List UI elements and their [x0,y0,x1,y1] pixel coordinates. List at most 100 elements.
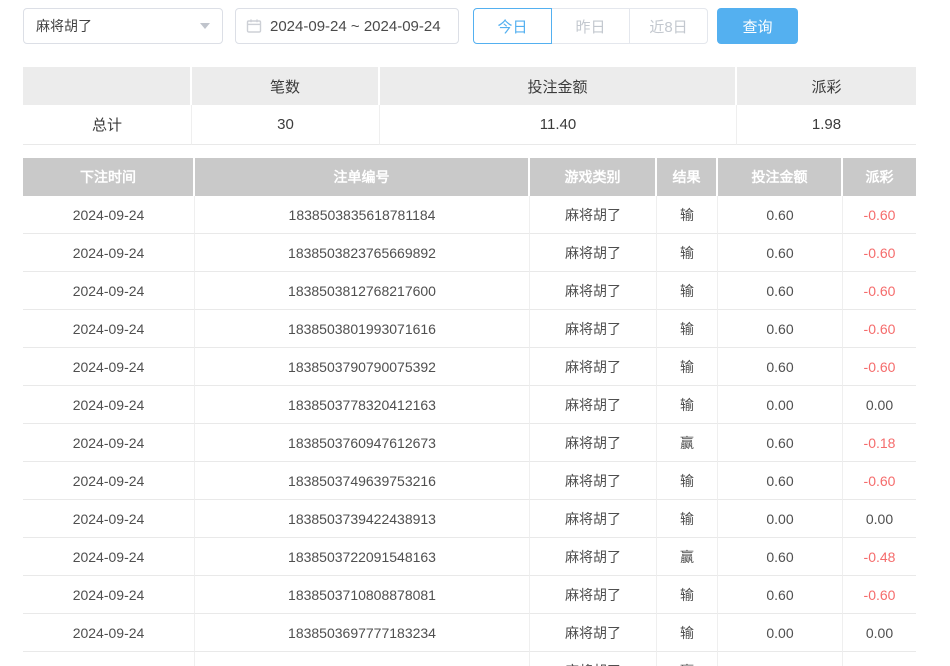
cell-bet-amount: 0.60 [718,538,843,576]
report-page: 麻将胡了 2024-09-24 ~ 2024-09-24 今日 昨日 近8日 查… [0,0,950,666]
cell-bet-time: 2024-09-24 [23,234,195,272]
cell-game-type: 麻将胡了 [530,652,657,666]
table-row: 2024-09-241838503739422438913麻将胡了输0.000.… [23,500,916,538]
cell-result: 输 [657,386,718,424]
cell-order-no: 1838503812768217600 [195,272,530,310]
cell-result: 输 [657,196,718,234]
table-row: 2024-09-241838503835618781184麻将胡了输0.60-0… [23,196,916,234]
cell-bet-amount: 0.60 [718,310,843,348]
detail-table-body: 2024-09-241838503835618781184麻将胡了输0.60-0… [23,196,916,666]
summary-header-payout: 派彩 [737,67,916,105]
cell-payout [843,652,916,666]
table-row: 麻将胡了赢 [23,652,916,666]
cell-bet-time: 2024-09-24 [23,500,195,538]
header-game-type: 游戏类别 [530,158,657,196]
game-select-value: 麻将胡了 [36,16,92,36]
cell-game-type: 麻将胡了 [530,462,657,500]
cell-result: 输 [657,272,718,310]
cell-game-type: 麻将胡了 [530,234,657,272]
cell-bet-time: 2024-09-24 [23,424,195,462]
cell-payout: -0.60 [843,310,916,348]
cell-result: 输 [657,348,718,386]
table-row: 2024-09-241838503722091548163麻将胡了赢0.60-0… [23,538,916,576]
cell-game-type: 麻将胡了 [530,272,657,310]
cell-bet-time: 2024-09-24 [23,538,195,576]
table-row: 2024-09-241838503778320412163麻将胡了输0.000.… [23,386,916,424]
cell-order-no: 1838503749639753216 [195,462,530,500]
today-button[interactable]: 今日 [473,8,552,44]
summary-total-bet-amount: 11.40 [380,105,737,145]
detail-header-row: 下注时间 注单编号 游戏类别 结果 投注金额 派彩 [23,158,916,196]
cell-payout: 0.00 [843,500,916,538]
search-button[interactable]: 查询 [717,8,798,44]
summary-header-count: 笔数 [192,67,380,105]
header-order-no: 注单编号 [195,158,530,196]
cell-game-type: 麻将胡了 [530,576,657,614]
cell-bet-amount: 0.60 [718,234,843,272]
summary-total-payout: 1.98 [737,105,916,145]
header-payout: 派彩 [843,158,916,196]
cell-result: 输 [657,614,718,652]
cell-result: 输 [657,576,718,614]
cell-game-type: 麻将胡了 [530,538,657,576]
cell-payout: -0.60 [843,272,916,310]
calendar-icon [246,18,262,34]
header-bet-time: 下注时间 [23,158,195,196]
cell-payout: -0.48 [843,538,916,576]
date-range-picker[interactable]: 2024-09-24 ~ 2024-09-24 [235,8,459,44]
table-row: 2024-09-241838503823765669892麻将胡了输0.60-0… [23,234,916,272]
table-row: 2024-09-241838503790790075392麻将胡了输0.60-0… [23,348,916,386]
summary-header-row: 笔数 投注金额 派彩 [23,67,916,105]
cell-bet-amount: 0.60 [718,196,843,234]
last-8-days-button[interactable]: 近8日 [629,8,708,44]
cell-result: 输 [657,462,718,500]
table-row: 2024-09-241838503749639753216麻将胡了输0.60-0… [23,462,916,500]
cell-order-no: 1838503760947612673 [195,424,530,462]
table-row: 2024-09-241838503697777183234麻将胡了输0.000.… [23,614,916,652]
cell-game-type: 麻将胡了 [530,310,657,348]
cell-payout: -0.18 [843,424,916,462]
cell-bet-amount: 0.00 [718,386,843,424]
chevron-down-icon [200,23,210,29]
table-row: 2024-09-241838503801993071616麻将胡了输0.60-0… [23,310,916,348]
cell-order-no: 1838503790790075392 [195,348,530,386]
cell-order-no: 1838503722091548163 [195,538,530,576]
cell-payout: -0.60 [843,348,916,386]
bet-records-table: 下注时间 注单编号 游戏类别 结果 投注金额 派彩 2024-09-241838… [23,158,916,666]
cell-bet-time: 2024-09-24 [23,576,195,614]
table-row: 2024-09-241838503812768217600麻将胡了输0.60-0… [23,272,916,310]
summary-total-label: 总计 [23,105,192,145]
cell-result: 输 [657,234,718,272]
cell-order-no: 1838503835618781184 [195,196,530,234]
cell-payout: 0.00 [843,386,916,424]
cell-bet-time: 2024-09-24 [23,386,195,424]
filter-bar: 麻将胡了 2024-09-24 ~ 2024-09-24 今日 昨日 近8日 查… [23,8,950,44]
cell-order-no [195,652,530,666]
cell-bet-time: 2024-09-24 [23,272,195,310]
cell-order-no: 1838503801993071616 [195,310,530,348]
cell-bet-amount: 0.60 [718,272,843,310]
cell-bet-time: 2024-09-24 [23,310,195,348]
cell-result: 输 [657,310,718,348]
cell-game-type: 麻将胡了 [530,348,657,386]
cell-game-type: 麻将胡了 [530,424,657,462]
cell-bet-time: 2024-09-24 [23,348,195,386]
cell-bet-amount: 0.60 [718,348,843,386]
game-select[interactable]: 麻将胡了 [23,8,223,44]
cell-bet-time: 2024-09-24 [23,614,195,652]
header-bet-amount: 投注金额 [718,158,843,196]
table-row: 2024-09-241838503710808878081麻将胡了输0.60-0… [23,576,916,614]
cell-order-no: 1838503778320412163 [195,386,530,424]
summary-section: 笔数 投注金额 派彩 总计 30 11.40 1.98 [23,67,950,145]
summary-total-count: 30 [192,105,380,145]
cell-payout: -0.60 [843,462,916,500]
table-row: 2024-09-241838503760947612673麻将胡了赢0.60-0… [23,424,916,462]
yesterday-button[interactable]: 昨日 [551,8,630,44]
summary-header-bet-amount: 投注金额 [380,67,737,105]
summary-table: 笔数 投注金额 派彩 总计 30 11.40 1.98 [23,67,916,145]
cell-bet-time: 2024-09-24 [23,196,195,234]
cell-payout: -0.60 [843,234,916,272]
cell-payout: 0.00 [843,614,916,652]
summary-total-row: 总计 30 11.40 1.98 [23,105,916,145]
quick-range-group: 今日 昨日 近8日 [473,8,708,44]
